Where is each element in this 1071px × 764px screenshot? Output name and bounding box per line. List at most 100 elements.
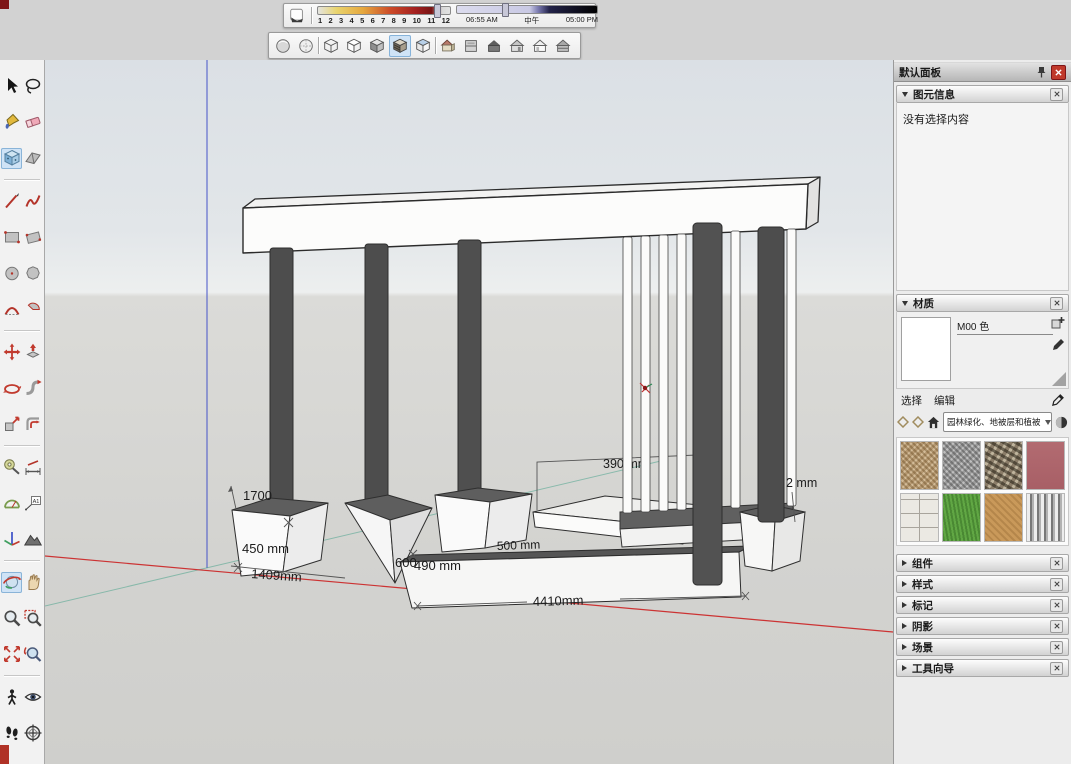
polygon-tool[interactable] (22, 255, 43, 291)
model-canvas[interactable]: 390 mm 1700 (45, 60, 893, 764)
freehand-tool[interactable] (22, 183, 43, 219)
line-tool[interactable] (1, 183, 22, 219)
follow-me-tool[interactable] (22, 370, 43, 406)
tape-measure-tool[interactable] (1, 449, 22, 485)
protractor-tool[interactable] (1, 485, 22, 521)
dimension-tool[interactable] (22, 449, 43, 485)
close-icon[interactable] (1050, 620, 1063, 633)
footing[interactable] (232, 498, 328, 576)
sandbox-tool[interactable] (22, 521, 43, 557)
material-preview[interactable] (901, 317, 951, 381)
pan-tool[interactable] (22, 564, 43, 600)
column[interactable] (458, 240, 481, 502)
modeling-viewport[interactable]: 390 mm 1700 (45, 60, 893, 764)
offset-tool[interactable] (22, 406, 43, 442)
home-icon[interactable] (927, 416, 940, 429)
dimension-label-curb-height[interactable]: 490 mm (414, 558, 461, 573)
dimension-label-curb-depth[interactable]: 500 mm (497, 537, 541, 553)
orbit-tool[interactable] (1, 564, 22, 600)
lasso-tool[interactable] (22, 68, 43, 104)
dimension-label-length[interactable]: 1409mm (251, 566, 303, 584)
material-swatch-sand-ochre[interactable] (984, 493, 1023, 542)
paint-bucket-tool[interactable] (1, 104, 22, 140)
right-view-button[interactable] (506, 35, 528, 57)
wireframe-button[interactable] (320, 35, 342, 57)
material-swatch-rose-stone[interactable] (1026, 441, 1065, 490)
eyedropper-icon[interactable] (1051, 394, 1064, 407)
material-swatch-pavers[interactable] (900, 493, 939, 542)
materials-header[interactable]: 材质 (896, 294, 1069, 312)
shaded-button[interactable] (366, 35, 388, 57)
column[interactable] (270, 248, 293, 514)
baluster[interactable] (623, 237, 632, 513)
time-slider-handle[interactable] (502, 3, 509, 17)
tray-title-bar[interactable]: 默认面板 (894, 62, 1071, 82)
forward-icon[interactable] (912, 416, 924, 428)
material-box-tool[interactable] (1, 140, 22, 176)
top-view-button[interactable] (460, 35, 482, 57)
section-tags[interactable]: 标记 (896, 596, 1069, 614)
axes-tool[interactable] (1, 521, 22, 557)
dimension-label-footing[interactable]: 450 mm (242, 541, 289, 556)
shadow-time-slider[interactable]: 06:55 AM 中午 05:00 PM (456, 5, 598, 26)
material-category-dropdown[interactable]: 园林绿化、地被层和植被 (943, 412, 1052, 432)
expand-icon[interactable] (902, 644, 907, 650)
section-plane-tool[interactable] (22, 715, 43, 751)
material-swatch-gravel-tan[interactable] (900, 441, 939, 490)
date-slider-track[interactable] (317, 6, 451, 15)
iso-view-button[interactable] (437, 35, 459, 57)
rotate-tool[interactable] (1, 370, 22, 406)
rotated-rectangle-tool[interactable] (22, 219, 43, 255)
previous-view-tool[interactable] (22, 636, 43, 672)
material-swatch-grass[interactable] (942, 493, 981, 542)
push-pull-tool[interactable] (22, 334, 43, 370)
left-view-button[interactable] (529, 35, 551, 57)
shadow-date-slider[interactable]: 1 2 3 4 5 6 7 8 9 10 11 12 (317, 6, 451, 25)
select-tool[interactable] (1, 68, 22, 104)
resize-grip[interactable] (1052, 372, 1066, 386)
front-view-button[interactable] (483, 35, 505, 57)
baluster[interactable] (659, 235, 668, 511)
monochrome-button[interactable] (412, 35, 434, 57)
partial-tool-icon[interactable] (22, 751, 43, 764)
shadow-toggle-icon[interactable] (288, 7, 306, 25)
section-scenes[interactable]: 场景 (896, 638, 1069, 656)
back-icon[interactable] (897, 416, 909, 428)
dimension-label-right[interactable]: 2 mm (786, 476, 817, 490)
expand-icon[interactable] (902, 665, 907, 671)
dimension-label-height[interactable]: 1700 (243, 488, 272, 503)
column[interactable] (365, 244, 388, 510)
close-icon[interactable] (1050, 641, 1063, 654)
close-icon[interactable] (1050, 88, 1063, 101)
sample-paint-icon[interactable] (1055, 416, 1068, 429)
material-name-field[interactable]: M00 色 (957, 318, 1053, 335)
pin-icon[interactable] (1036, 66, 1047, 78)
dimension-label-curb-length[interactable]: 4410mm (533, 593, 584, 609)
collapse-icon[interactable] (902, 92, 908, 97)
zoom-extents-tool[interactable] (1, 636, 22, 672)
zoom-window-tool[interactable] (22, 600, 43, 636)
circle-tool[interactable] (1, 255, 22, 291)
close-icon[interactable] (1050, 578, 1063, 591)
date-slider-handle[interactable] (434, 4, 441, 18)
back-edges-button[interactable] (295, 35, 317, 57)
back-view-button[interactable] (552, 35, 574, 57)
collapse-icon[interactable] (902, 301, 908, 306)
sample-material-icon[interactable] (1051, 338, 1065, 352)
baluster[interactable] (641, 236, 650, 512)
pie-tool[interactable] (22, 291, 43, 327)
section-components[interactable]: 组件 (896, 554, 1069, 572)
look-around-tool[interactable] (22, 679, 43, 715)
move-tool[interactable] (1, 334, 22, 370)
eraser-tool[interactable] (22, 104, 43, 140)
position-camera-tool[interactable] (1, 679, 22, 715)
tab-edit[interactable]: 编辑 (934, 393, 955, 408)
baluster[interactable] (787, 229, 796, 506)
entity-info-header[interactable]: 图元信息 (896, 85, 1069, 103)
close-icon[interactable] (1050, 599, 1063, 612)
baluster[interactable] (731, 231, 740, 508)
expand-icon[interactable] (902, 581, 907, 587)
time-slider-track[interactable] (456, 5, 598, 14)
close-tray-button[interactable] (1051, 65, 1066, 80)
zoom-tool[interactable] (1, 600, 22, 636)
